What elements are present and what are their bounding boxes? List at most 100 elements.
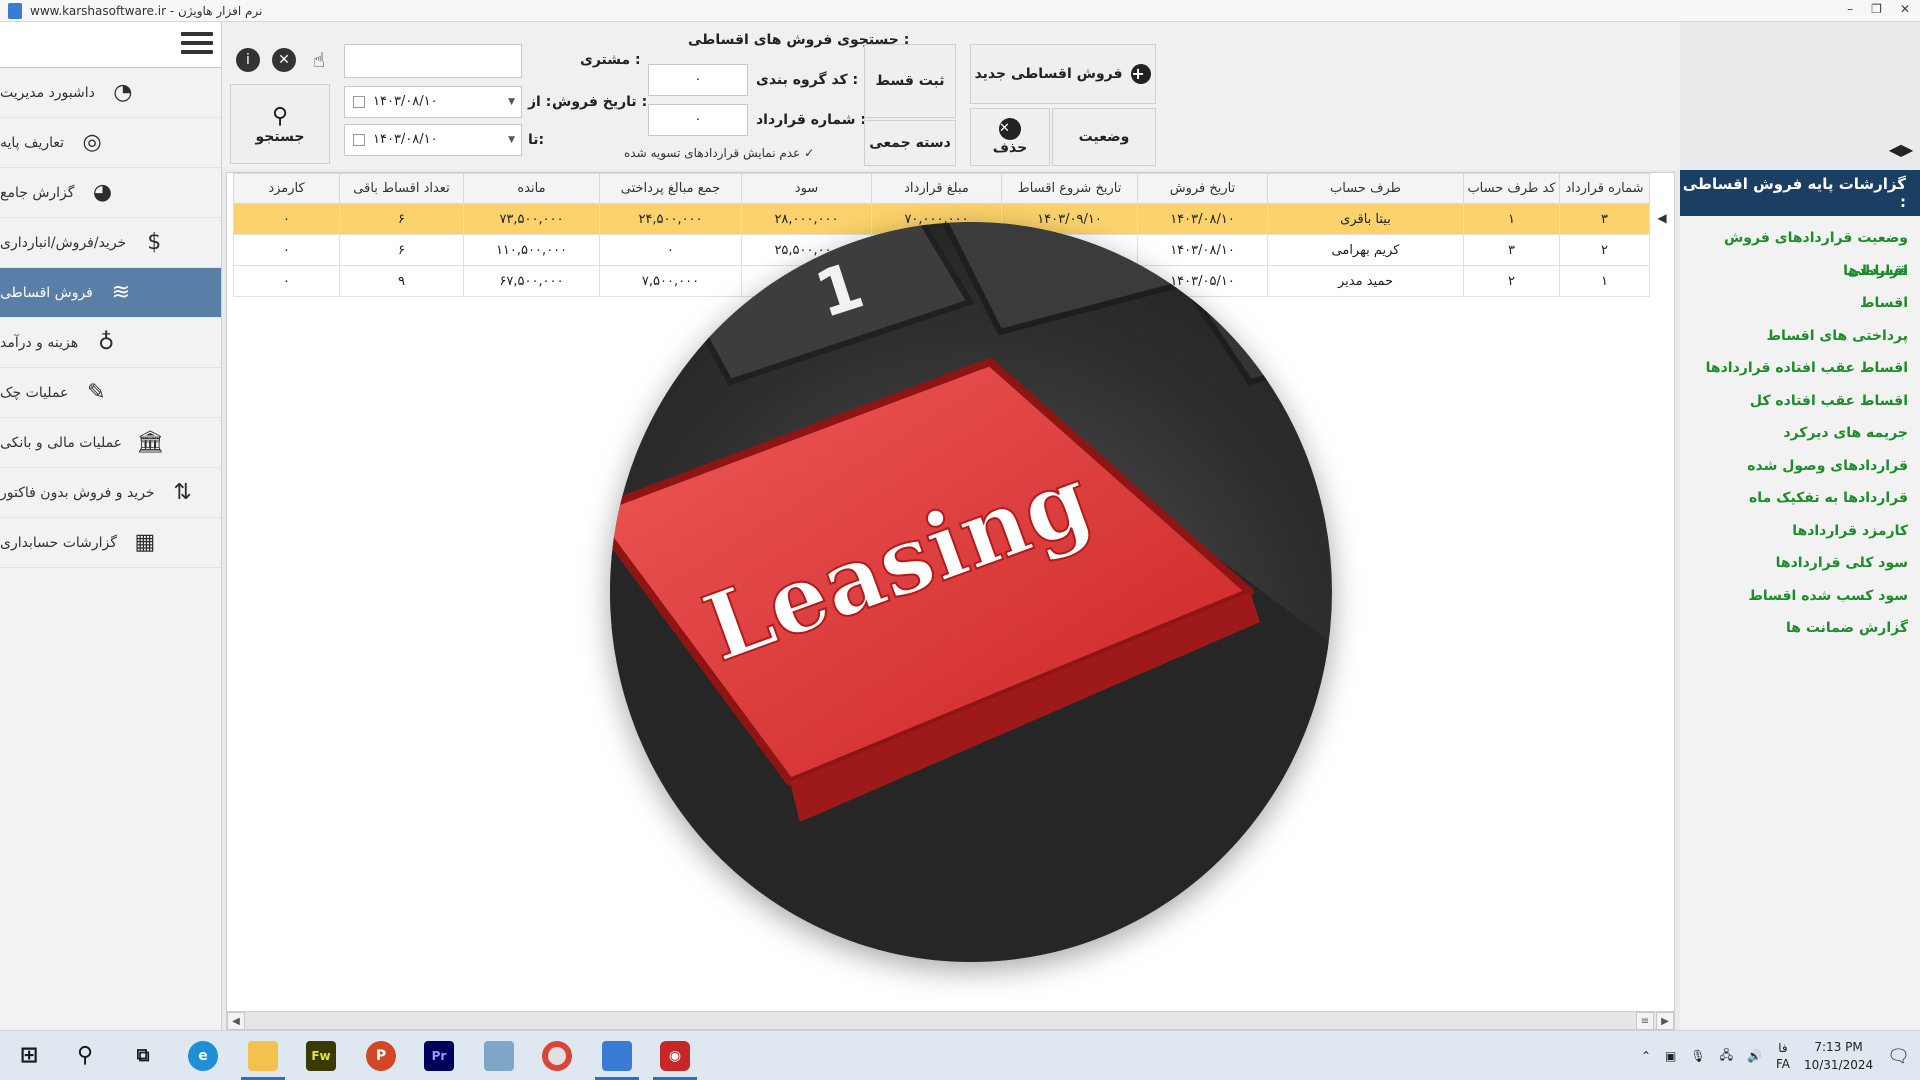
edge-icon[interactable]: e <box>188 1041 218 1071</box>
column-header[interactable]: کارمزد <box>233 173 340 204</box>
report-link[interactable]: کارمزد قراردادها <box>1680 515 1920 548</box>
report-link[interactable]: پرداختی های اقساط <box>1680 320 1920 353</box>
chrome-icon[interactable] <box>542 1041 572 1071</box>
to-date-checkbox[interactable] <box>353 134 365 146</box>
app-icon[interactable] <box>484 1041 514 1071</box>
table-cell[interactable]: ۰ <box>599 234 742 266</box>
table-cell[interactable]: ۱ <box>1463 203 1560 235</box>
table-cell[interactable]: ۰ <box>233 265 340 297</box>
sidebar-item-expense-income[interactable]: ♁ هزینه و درآمد <box>0 318 221 368</box>
report-link[interactable]: وضعیت قراردادهای فروش اقساطی <box>1680 222 1920 279</box>
column-header[interactable]: طرف حساب <box>1267 173 1464 204</box>
sidebar-item-bank-operations[interactable]: 🏛 عملیات مالی و بانکی <box>0 418 221 468</box>
report-link[interactable]: گزارش ضمانت ها <box>1680 612 1920 645</box>
table-cell[interactable]: ۲ <box>1559 234 1650 266</box>
table-cell[interactable]: ۹ <box>339 265 464 297</box>
close-icon[interactable]: ✕ <box>1900 2 1910 16</box>
table-cell[interactable]: ۱ <box>1559 265 1650 297</box>
checkmark-icon[interactable]: ✓ <box>804 146 814 160</box>
scroll-left-icon[interactable]: ◀ <box>227 1012 245 1030</box>
screen-recorder-icon[interactable]: ◉ <box>660 1041 690 1071</box>
scroll-thumb[interactable]: ≡ <box>1636 1012 1654 1030</box>
table-cell[interactable]: ۱۴۰۳/۰۸/۱۰ <box>1137 234 1268 266</box>
maximize-icon[interactable]: ❐ <box>1871 2 1882 16</box>
column-header[interactable]: تعداد اقساط باقی <box>339 173 464 204</box>
sidebar-item-base-definitions[interactable]: ◎ تعاریف پایه <box>0 118 221 168</box>
table-cell[interactable]: ۶ <box>339 234 464 266</box>
table-cell[interactable]: بیتا باقری <box>1267 203 1464 235</box>
column-header[interactable]: کد طرف حساب <box>1463 173 1560 204</box>
scroll-right-icon[interactable]: ▶ <box>1656 1012 1674 1030</box>
column-header[interactable]: مبلغ قرارداد <box>871 173 1002 204</box>
premiere-icon[interactable]: Pr <box>424 1041 454 1071</box>
bulk-button[interactable]: دسته جمعی <box>864 120 956 166</box>
column-header[interactable]: سود <box>741 173 872 204</box>
havision-icon[interactable] <box>602 1041 632 1071</box>
table-cell[interactable]: ۲۸,۰۰۰,۰۰۰ <box>741 203 872 235</box>
status-button[interactable]: وضعیت <box>1052 108 1156 166</box>
sidebar-item-buy-sell-inventory[interactable]: $ خرید/فروش/انبارداری <box>0 218 221 268</box>
table-cell[interactable]: ۷۳,۵۰۰,۰۰۰ <box>463 203 600 235</box>
file-explorer-icon[interactable] <box>248 1041 278 1071</box>
search-icon[interactable]: ⚲ <box>70 1041 100 1071</box>
sidebar-item-dashboard[interactable]: ◔ داشبورد مدیریت <box>0 68 221 118</box>
clock[interactable]: 7:13 PM 10/31/2024 <box>1804 1038 1873 1074</box>
report-link[interactable]: جریمه های دیرکرد <box>1680 417 1920 450</box>
windows-start-icon[interactable]: ⊞ <box>14 1041 44 1071</box>
table-cell[interactable]: ۶ <box>339 203 464 235</box>
report-link[interactable]: سود کلی قراردادها <box>1680 547 1920 580</box>
microphone-icon[interactable]: 🎙 <box>1690 1049 1705 1063</box>
minimize-icon[interactable]: – <box>1847 2 1853 16</box>
chevron-down-icon[interactable]: ▼ <box>508 87 515 117</box>
report-link[interactable]: اقساط عقب افتاده قراردادها <box>1680 352 1920 385</box>
column-header[interactable]: تاریخ شروع اقساط <box>1001 173 1138 204</box>
from-date-field[interactable]: ۱۴۰۳/۰۸/۱۰ ▼ <box>344 86 522 118</box>
volume-icon[interactable]: 🔊 <box>1747 1049 1762 1063</box>
panel-toggle-arrows[interactable]: ◀▶ <box>1886 140 1916 162</box>
pointer-hand-icon[interactable]: ☝ <box>306 46 332 74</box>
to-date-field[interactable]: ۱۴۰۳/۰۸/۱۰ ▼ <box>344 124 522 156</box>
fireworks-icon[interactable]: Fw <box>306 1041 336 1071</box>
report-link[interactable]: قراردادها <box>1680 255 1920 288</box>
sidebar-item-cheque-operations[interactable]: ✎ عملیات چک <box>0 368 221 418</box>
network-icon[interactable]: 🖧 <box>1720 1046 1733 1067</box>
contract-number-input[interactable]: ۰ <box>648 104 748 136</box>
column-header[interactable]: شماره قرارداد <box>1559 173 1650 204</box>
table-cell[interactable]: ۳ <box>1559 203 1650 235</box>
table-cell[interactable]: ۱۴۰۳/۰۸/۱۰ <box>1137 203 1268 235</box>
from-date-checkbox[interactable] <box>353 96 365 108</box>
notification-icon[interactable]: 🗨 <box>1887 1046 1910 1067</box>
new-installment-sale-button[interactable]: فروش اقساطی جدید + <box>970 44 1156 104</box>
report-link[interactable]: قراردادها به تفکیک ماه <box>1680 482 1920 515</box>
column-header[interactable]: تاریخ فروش <box>1137 173 1268 204</box>
table-cell[interactable]: حمید مدیر <box>1267 265 1464 297</box>
powerpoint-icon[interactable]: P <box>366 1041 396 1071</box>
sidebar-item-buy-sell-no-invoice[interactable]: ⇅ خرید و فروش بدون فاکتور <box>0 468 221 518</box>
report-link[interactable]: اقساط عقب افتاده کل <box>1680 385 1920 418</box>
language-indicator[interactable]: فا FA <box>1776 1040 1790 1072</box>
table-cell[interactable]: ۶۷,۵۰۰,۰۰۰ <box>463 265 600 297</box>
hide-settled-option[interactable]: عدم نمایش قراردادهای تسویه شده ✓ <box>624 146 814 160</box>
clear-icon[interactable]: ✕ <box>272 48 296 72</box>
column-header[interactable]: جمع مبالغ پرداختی <box>599 173 742 204</box>
report-link[interactable]: سود کسب شده اقساط <box>1680 580 1920 613</box>
sidebar-item-accounting-reports[interactable]: ▦ گزارشات حسابداری <box>0 518 221 568</box>
camera-icon[interactable]: ▣ <box>1665 1049 1676 1063</box>
table-cell[interactable]: ۰ <box>233 234 340 266</box>
chevron-up-icon[interactable]: ⌃ <box>1641 1049 1651 1063</box>
report-link[interactable]: اقساط <box>1680 287 1920 320</box>
table-cell[interactable]: ۲ <box>1463 265 1560 297</box>
column-header[interactable]: مانده <box>463 173 600 204</box>
horizontal-scrollbar[interactable]: ◀ ▶ ≡ <box>227 1011 1674 1030</box>
sidebar-item-installment-sales[interactable]: ≋ فروش اقساطی <box>0 268 221 318</box>
delete-button[interactable]: ✕ حذف <box>970 108 1050 166</box>
report-link[interactable]: قراردادهای وصول شده <box>1680 450 1920 483</box>
table-cell[interactable]: ۷,۵۰۰,۰۰۰ <box>599 265 742 297</box>
info-icon[interactable]: i <box>236 48 260 72</box>
task-view-icon[interactable]: ⧉ <box>128 1041 158 1071</box>
register-installment-button[interactable]: ثبت قسط <box>864 44 956 118</box>
table-cell[interactable]: ۲۴,۵۰۰,۰۰۰ <box>599 203 742 235</box>
search-button[interactable]: ⚲ جستجو <box>230 84 330 164</box>
hamburger-menu-icon[interactable] <box>181 32 213 58</box>
table-cell[interactable]: ۱۱۰,۵۰۰,۰۰۰ <box>463 234 600 266</box>
